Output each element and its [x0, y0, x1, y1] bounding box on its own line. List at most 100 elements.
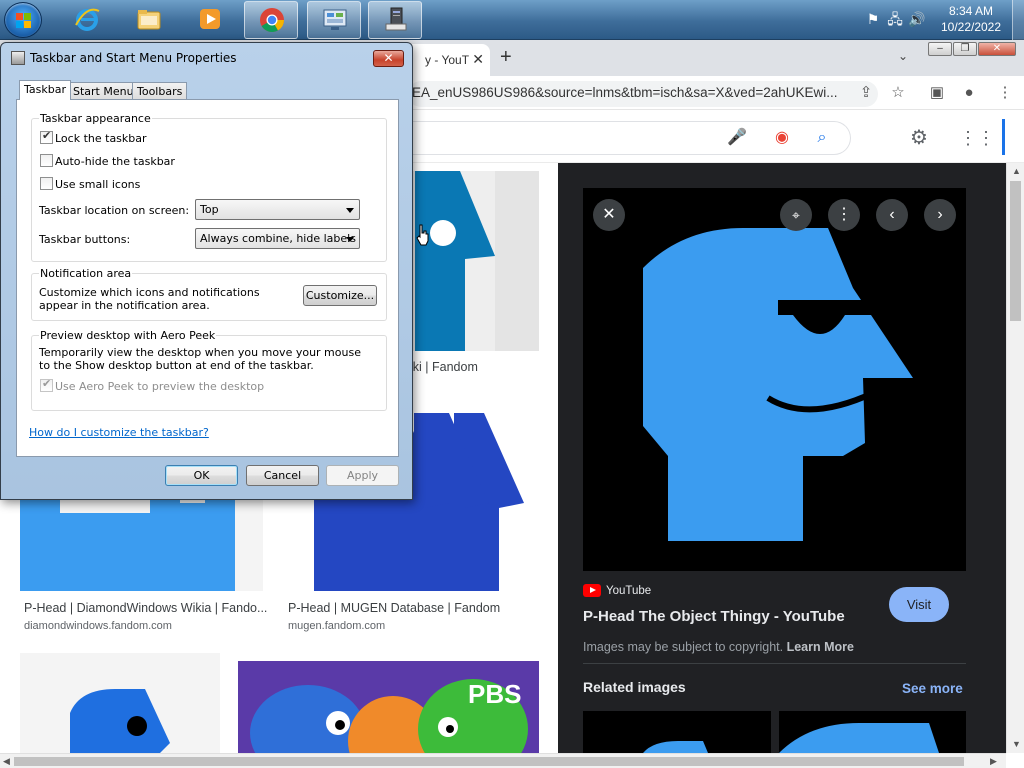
location-value: Top [200, 203, 219, 216]
folder-icon [137, 10, 161, 30]
preview-title[interactable]: P-Head The Object Thingy - YouTube [583, 608, 845, 625]
start-button[interactable] [4, 2, 42, 38]
vertical-scroll-thumb[interactable] [1010, 181, 1021, 321]
help-link[interactable]: How do I customize the taskbar? [29, 426, 209, 439]
lock-taskbar-checkbox[interactable] [40, 129, 53, 144]
computer-tower-icon [385, 7, 407, 31]
phead-image [779, 723, 939, 753]
dialog-app-icon [11, 51, 25, 65]
result-source[interactable]: diamondwindows.fandom.com [24, 620, 172, 632]
scroll-left-icon[interactable]: ◀ [3, 756, 10, 767]
image-preview-panel: ✕ ⌖ ⋮ ‹ › YouTube P-Head The Object Thin… [558, 163, 1006, 753]
related-images-heading: Related images [583, 679, 686, 695]
vertical-scrollbar[interactable]: ▲ ▼ [1006, 163, 1024, 753]
lens-search-icon[interactable]: ⌖ [780, 199, 812, 231]
volume-icon[interactable]: 🔊 [908, 10, 926, 28]
system-tray: ⚑ 🖧 🔊 8:34 AM 10/22/2022 [854, 0, 1024, 40]
media-player-button[interactable] [183, 1, 237, 39]
visit-button[interactable]: Visit [889, 587, 949, 622]
tab-toolbars[interactable]: Toolbars [132, 82, 188, 100]
chrome-menu-icon[interactable]: ⋮ [996, 84, 1014, 102]
new-tab-icon[interactable]: + [500, 46, 512, 69]
cancel-button[interactable]: Cancel [246, 465, 319, 486]
more-options-icon[interactable]: ⋮ [828, 199, 860, 231]
ok-button[interactable]: OK [165, 465, 238, 486]
bookmark-star-icon[interactable]: ☆ [889, 84, 907, 102]
horizontal-scroll-thumb[interactable] [14, 757, 964, 766]
group-label: Taskbar appearance [39, 112, 152, 125]
see-more-link[interactable]: See more [902, 681, 963, 696]
aero-peek-label: Use Aero Peek to preview the desktop [55, 380, 265, 393]
apps-grid-icon[interactable]: ⋮⋮ [959, 128, 995, 148]
tab-search-chevron-icon[interactable]: ⌄ [898, 49, 908, 63]
result-title[interactable]: iki | Fandom [410, 360, 478, 374]
autohide-label[interactable]: Auto-hide the taskbar [55, 155, 175, 168]
lens-camera-icon[interactable]: ◉ [772, 128, 792, 148]
voice-search-icon[interactable]: 🎤 [727, 128, 747, 148]
result-thumbnail[interactable] [395, 171, 539, 351]
horizontal-scrollbar[interactable]: ◀ ▶ [0, 753, 1006, 768]
taskbar-buttons-select[interactable]: Always combine, hide labels [195, 228, 360, 249]
dropdown-arrow-icon [346, 237, 354, 242]
chrome-button[interactable] [244, 1, 298, 39]
profile-avatar-icon[interactable]: ● [960, 84, 978, 102]
internet-explorer-button[interactable] [60, 1, 114, 39]
show-desktop-button[interactable] [1012, 0, 1024, 40]
control-panel-button[interactable] [307, 1, 361, 39]
svg-text:PBS: PBS [468, 679, 521, 709]
phead-show-image: PBS [250, 679, 528, 753]
tab-close-icon[interactable]: ✕ [472, 51, 484, 68]
tab-title: y - YouT [425, 53, 470, 67]
related-thumbnail[interactable] [583, 711, 771, 753]
dropdown-arrow-icon [346, 208, 354, 213]
file-explorer-button[interactable] [122, 1, 176, 39]
side-panel-icon[interactable]: ▣ [928, 84, 946, 102]
small-icons-label[interactable]: Use small icons [55, 178, 140, 191]
clock[interactable]: 8:34 AM 10/22/2022 [936, 3, 1006, 35]
scroll-up-icon[interactable]: ▲ [1012, 166, 1021, 176]
chrome-icon [260, 8, 284, 33]
result-source[interactable]: mugen.fandom.com [288, 620, 385, 632]
aero-description: Temporarily view the desktop when you mo… [39, 346, 361, 372]
buttons-label: Taskbar buttons: [39, 233, 131, 246]
action-center-flag-icon[interactable]: ⚑ [864, 10, 882, 28]
close-preview-icon[interactable]: ✕ [593, 199, 625, 231]
learn-more-link[interactable]: Learn More [787, 640, 854, 654]
autohide-checkbox[interactable] [40, 154, 53, 167]
clock-time: 8:34 AM [948, 4, 994, 18]
next-image-icon[interactable]: › [924, 199, 956, 231]
phead-image [415, 171, 539, 351]
address-bar[interactable]: EA_enUS986US986&source=lnms&tbm=isch&sa=… [408, 81, 878, 107]
preview-image[interactable] [583, 188, 966, 571]
system-properties-button[interactable] [368, 1, 422, 39]
result-thumbnail[interactable]: PBS [238, 661, 539, 753]
related-thumbnail[interactable] [779, 711, 966, 753]
windows-taskbar: ⚑ 🖧 🔊 8:34 AM 10/22/2022 [0, 0, 1024, 40]
settings-gear-icon[interactable]: ⚙ [909, 128, 929, 148]
apply-button: Apply [326, 465, 399, 486]
scroll-right-icon[interactable]: ▶ [990, 756, 997, 767]
maximize-button[interactable]: ❐ [953, 42, 977, 56]
taskbar-location-select[interactable]: Top [195, 199, 360, 220]
small-icons-checkbox[interactable] [40, 177, 53, 190]
lock-taskbar-label[interactable]: Lock the taskbar [55, 132, 147, 145]
scroll-down-icon[interactable]: ▼ [1012, 739, 1021, 749]
dialog-close-button[interactable]: ✕ [373, 50, 404, 67]
clock-date: 10/22/2022 [940, 20, 1002, 34]
result-title[interactable]: P-Head | DiamondWindows Wikia | Fando... [24, 601, 267, 615]
network-icon[interactable]: 🖧 [886, 10, 904, 28]
group-label: Notification area [39, 267, 133, 280]
result-title[interactable]: P-Head | MUGEN Database | Fandom [288, 601, 500, 615]
tab-taskbar[interactable]: Taskbar [19, 80, 71, 100]
share-icon[interactable]: ⇪ [857, 84, 875, 102]
previous-image-icon[interactable]: ‹ [876, 199, 908, 231]
window-close-button[interactable]: ✕ [978, 42, 1016, 56]
tab-start-menu[interactable]: Start Menu [68, 82, 139, 100]
source-name[interactable]: YouTube [606, 585, 651, 597]
search-icon[interactable]: ⌕ [812, 128, 832, 148]
result-thumbnail[interactable] [20, 653, 220, 753]
customize-button[interactable]: Customize... [303, 285, 377, 306]
divider [583, 663, 966, 664]
minimize-button[interactable]: – [928, 42, 952, 56]
buttons-value: Always combine, hide labels [200, 232, 356, 245]
